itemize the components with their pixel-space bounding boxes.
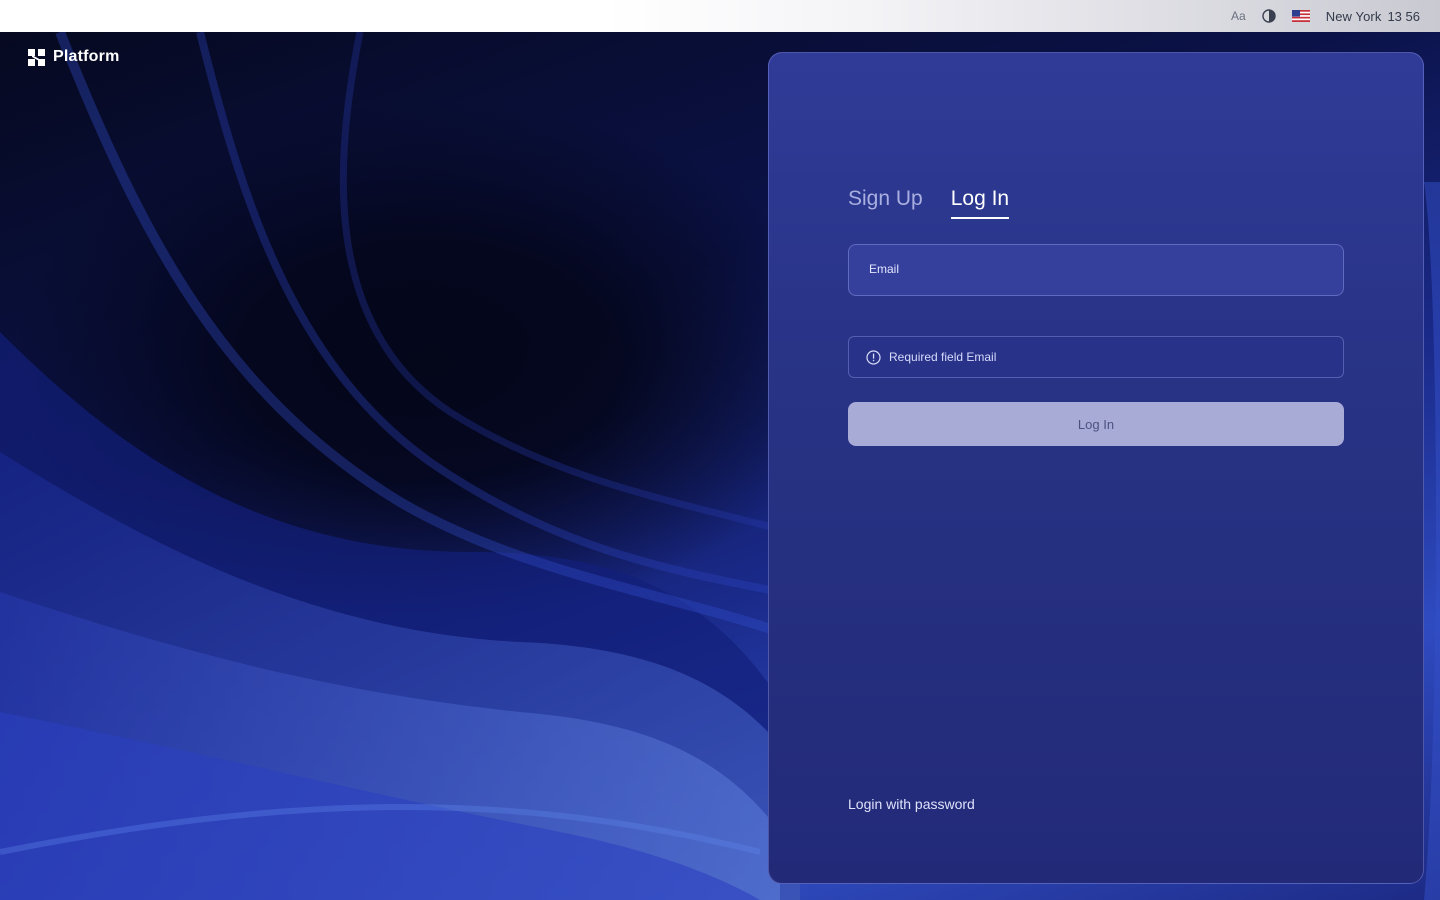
clock-time: 13 56	[1387, 8, 1420, 24]
contrast-icon	[1262, 9, 1276, 23]
email-error-message: Required field Email	[848, 336, 1344, 378]
us-flag-icon	[1291, 10, 1310, 22]
error-text: Required field Email	[889, 350, 997, 364]
brand-name: Platform	[53, 48, 120, 65]
system-top-bar: Aa New York 13 56	[0, 0, 1440, 32]
tab-sign-up[interactable]: Sign Up	[848, 187, 923, 219]
clock-city: New York	[1325, 8, 1382, 24]
info-icon	[866, 349, 881, 365]
auth-tabs: Sign Up Log In	[848, 187, 1010, 219]
log-in-button[interactable]: Log In	[848, 402, 1344, 446]
contrast-toggle[interactable]	[1262, 9, 1292, 23]
platform-logo-icon	[28, 48, 45, 66]
font-size-toggle[interactable]: Aa	[1231, 9, 1246, 23]
login-with-password-link[interactable]: Login with password	[848, 796, 975, 812]
language-selector[interactable]	[1291, 10, 1326, 22]
tab-log-in[interactable]: Log In	[950, 187, 1010, 219]
email-field[interactable]	[849, 245, 1343, 295]
email-field-container: Email	[848, 244, 1344, 296]
brand-logo[interactable]: Platform	[28, 48, 120, 66]
auth-card: Sign Up Log In Email Required field Emai…	[768, 52, 1424, 884]
